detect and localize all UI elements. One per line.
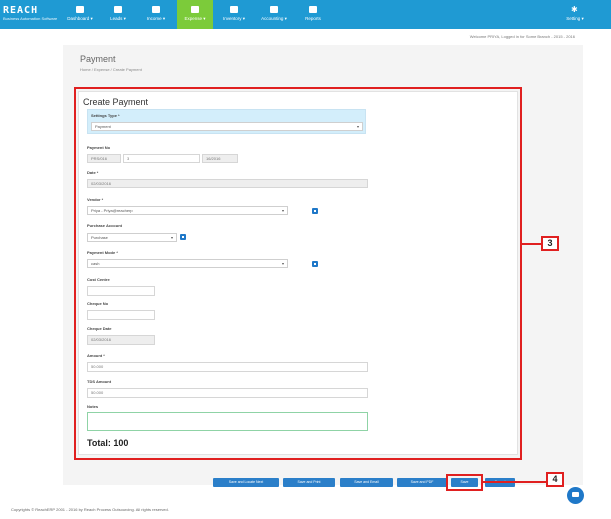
nav-label: Accounting ▾ [261,16,287,21]
brand-logo[interactable]: REACH Business Automation Software [3,5,61,25]
dashboard-icon [76,6,84,13]
welcome-text: Welcome PRIYA, Logged in for Some Branch… [469,34,575,39]
callout-line [483,481,546,483]
nav-expense[interactable]: Expense ▾ [177,0,213,29]
nav-accounting[interactable]: Accounting ▾ [254,0,294,29]
logo-text: REACH [3,5,39,16]
gear-icon: ✱ [571,5,578,14]
save-and-locate-next-button[interactable]: Save and Locate Next [213,478,279,487]
nav-reports[interactable]: Reports [296,0,330,29]
nav-label: Setting ▾ [566,16,584,21]
chat-icon[interactable] [567,487,584,504]
page-title: Payment [80,54,116,64]
save-and-pdf-button[interactable]: Save and PDF [397,478,447,487]
nav-label: Reports [305,16,321,21]
expense-icon [191,6,199,13]
breadcrumb: Home / Expense / Create Payment [80,67,142,72]
top-navbar: REACH Business Automation Software Dashb… [0,0,611,29]
nav-label: Expense ▾ [184,16,206,21]
nav-label: Inventory ▾ [222,16,246,21]
nav-leads[interactable]: Leads ▾ [100,0,136,29]
save-and-email-button[interactable]: Save and Email [340,478,393,487]
nav-label: Leads ▾ [110,16,126,21]
nav-label: Dashboard ▾ [67,16,93,21]
callout-4: 4 [546,472,564,487]
footer-copyright: Copyrights © ReachERP 2001 - 2016 by Rea… [11,507,169,512]
highlight-save-box [446,474,483,491]
reports-icon [309,6,317,13]
nav-settings[interactable]: ✱ Setting ▾ [560,0,590,29]
nav-label: Income ▾ [146,16,166,21]
nav-inventory[interactable]: Inventory ▾ [216,0,252,29]
logo-tagline: Business Automation Software [3,16,58,21]
save-and-print-button[interactable]: Save and Print [283,478,335,487]
nav-dashboard[interactable]: Dashboard ▾ [62,0,98,29]
highlight-panel-box [74,87,522,460]
inventory-icon [230,6,238,13]
accounting-icon [270,6,278,13]
nav-income[interactable]: Income ▾ [138,0,174,29]
callout-3: 3 [541,236,559,251]
callout-line [522,243,541,245]
income-icon [152,6,160,13]
leads-icon [114,6,122,13]
